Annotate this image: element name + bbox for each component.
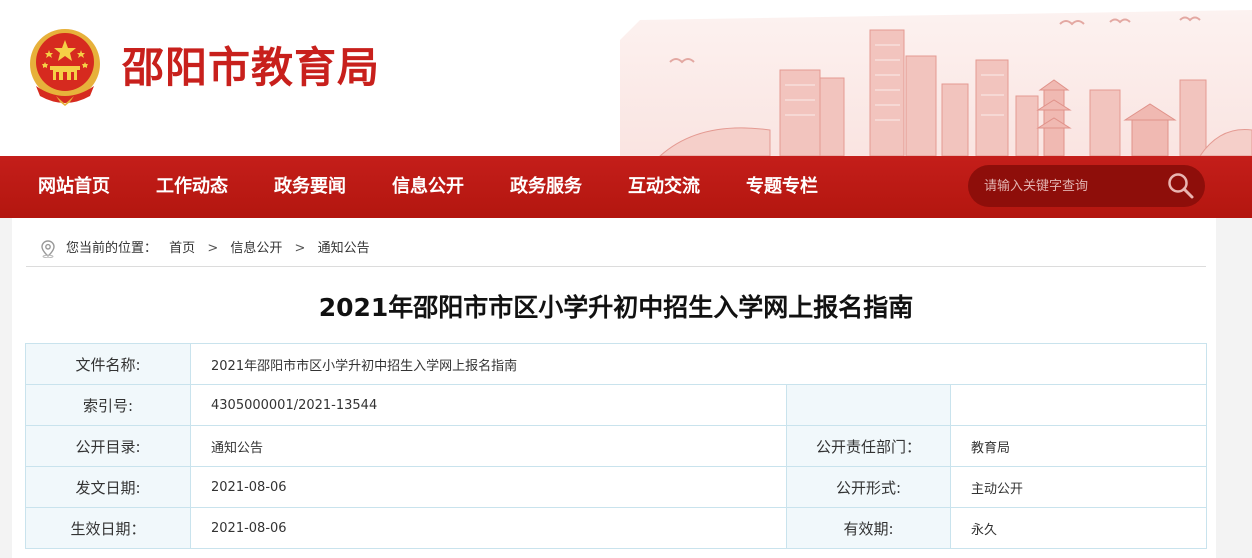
- nav-item-government-news[interactable]: 政务要闻: [274, 156, 346, 218]
- breadcrumb-separator: >: [294, 241, 306, 256]
- search-box: [968, 165, 1205, 207]
- file-name-label: 文件名称:: [25, 343, 191, 385]
- table-row: 文件名称: 2021年邵阳市市区小学升初中招生入学网上报名指南: [25, 343, 1207, 385]
- effective-date-value: 2021-08-06: [190, 507, 787, 549]
- responsible-department-label: 公开责任部门：: [786, 425, 951, 467]
- nav-item-special-topics[interactable]: 专题专栏: [746, 156, 818, 218]
- nav-item-work-news[interactable]: 工作动态: [156, 156, 228, 218]
- article-title: 2021年邵阳市市区小学升初中招生入学网上报名指南: [318, 293, 914, 322]
- index-number-label: 索引号:: [25, 384, 191, 426]
- breadcrumb-separator: >: [207, 241, 219, 256]
- catalog-label: 公开目录:: [25, 425, 191, 467]
- location-pin-icon: [41, 240, 55, 258]
- site-header: 邵阳市教育局: [0, 0, 1252, 156]
- nav-item-information-disclosure[interactable]: 信息公开: [392, 156, 464, 218]
- issue-date-label: 发文日期:: [25, 466, 191, 508]
- nav-item-home[interactable]: 网站首页: [38, 156, 110, 218]
- breadcrumb-information-disclosure[interactable]: 信息公开: [230, 241, 282, 256]
- city-skyline-illustration: [620, 0, 1252, 156]
- nav-item-interaction[interactable]: 互动交流: [628, 156, 700, 218]
- search-icon[interactable]: [1166, 171, 1196, 201]
- table-row: 发文日期: 2021-08-06 公开形式: 主动公开: [25, 466, 1207, 508]
- empty-value-cell: [950, 384, 1207, 426]
- validity-label: 有效期:: [786, 507, 951, 549]
- validity-value: 永久: [950, 507, 1207, 549]
- breadcrumb-divider: [26, 266, 1206, 267]
- site-title: 邵阳市教育局: [122, 43, 381, 92]
- breadcrumb-prefix: 您当前的位置：: [66, 241, 158, 256]
- disclosure-form-value: 主动公开: [950, 466, 1207, 508]
- table-row: 公开目录: 通知公告 公开责任部门： 教育局: [25, 425, 1207, 467]
- empty-label-cell: [786, 384, 951, 426]
- breadcrumb: 您当前的位置： 首页 > 信息公开 > 通知公告: [40, 239, 370, 259]
- table-row: 索引号: 4305000001/2021-13544: [25, 384, 1207, 426]
- index-number-value: 4305000001/2021-13544: [190, 384, 787, 426]
- effective-date-label: 生效日期：: [25, 507, 191, 549]
- file-name-value: 2021年邵阳市市区小学升初中招生入学网上报名指南: [190, 343, 1207, 385]
- breadcrumb-notices[interactable]: 通知公告: [318, 241, 370, 256]
- search-input[interactable]: [984, 165, 1164, 207]
- catalog-value: 通知公告: [190, 425, 787, 467]
- national-emblem-icon: [30, 29, 100, 106]
- disclosure-form-label: 公开形式:: [786, 466, 951, 508]
- table-row: 生效日期： 2021-08-06 有效期: 永久: [25, 507, 1207, 549]
- responsible-department-value: 教育局: [950, 425, 1207, 467]
- issue-date-value: 2021-08-06: [190, 466, 787, 508]
- nav-item-government-services[interactable]: 政务服务: [510, 156, 582, 218]
- breadcrumb-home[interactable]: 首页: [169, 241, 195, 256]
- document-info-table: 文件名称: 2021年邵阳市市区小学升初中招生入学网上报名指南 索引号: 430…: [25, 343, 1207, 549]
